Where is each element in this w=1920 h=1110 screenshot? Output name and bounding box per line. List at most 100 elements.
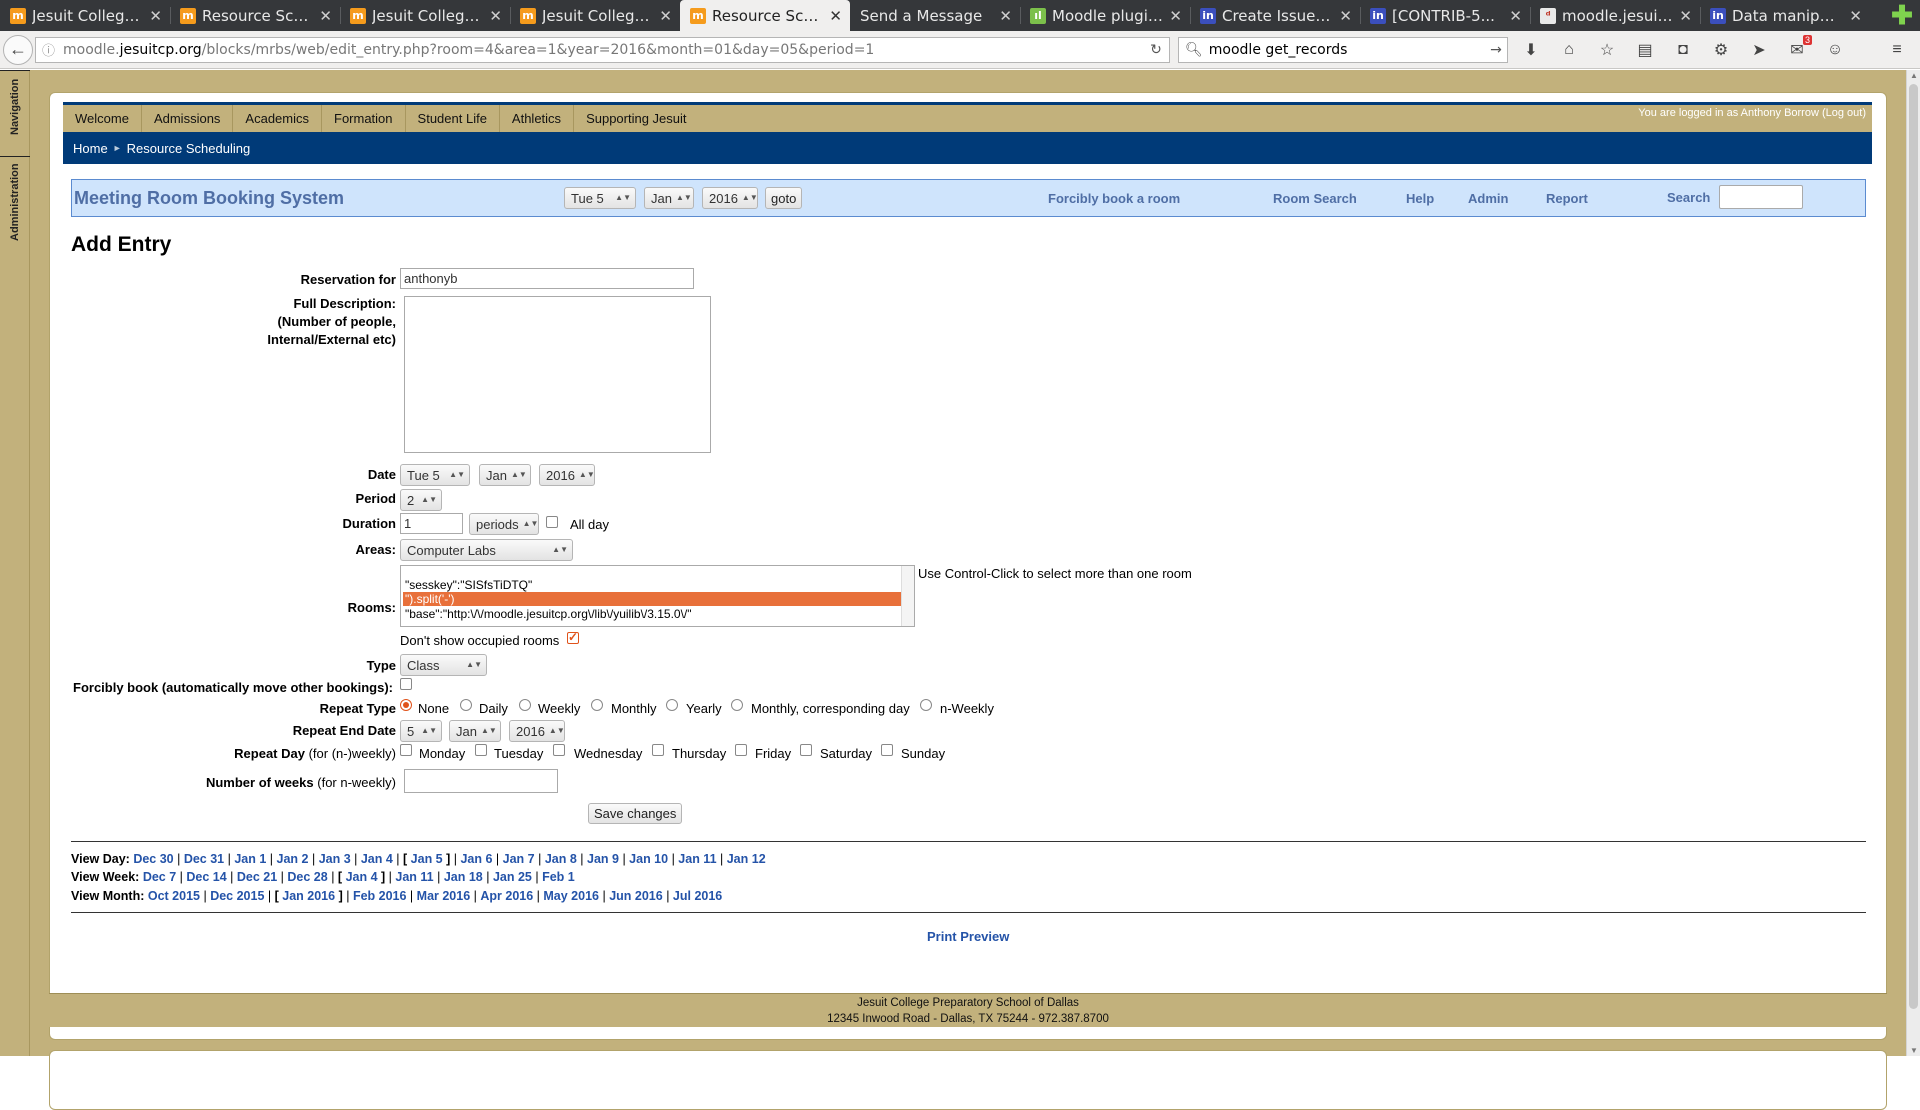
nav-student-life[interactable]: Student Life: [406, 105, 500, 132]
view-day-link[interactable]: Jan 10: [629, 852, 668, 866]
report-link[interactable]: Report: [1546, 191, 1588, 206]
new-tab-button[interactable]: ✚: [1884, 0, 1920, 31]
close-tab-icon[interactable]: ✕: [1679, 7, 1692, 25]
date-year-select[interactable]: 2016 ▲▼: [539, 464, 595, 486]
scrollbar-thumb[interactable]: [1909, 84, 1918, 1009]
login-info[interactable]: You are logged in as Anthony Borrow (Log…: [1638, 107, 1866, 119]
mrbs-title[interactable]: Meeting Room Booking System: [74, 188, 564, 209]
repeat-weekly-radio[interactable]: [519, 699, 531, 711]
view-month-link[interactable]: Jan 2016: [282, 889, 335, 903]
type-select[interactable]: Class ▲▼: [400, 654, 487, 676]
repeat-n-weekly-radio[interactable]: [920, 699, 932, 711]
view-month-link[interactable]: Oct 2015: [148, 889, 200, 903]
view-month-link[interactable]: Dec 2015: [210, 889, 264, 903]
print-preview-link[interactable]: Print Preview: [927, 929, 1009, 944]
forcibly-book-checkbox[interactable]: [400, 678, 412, 690]
repeat-tuesday-checkbox[interactable]: [475, 744, 487, 756]
nav-formation[interactable]: Formation: [322, 105, 406, 132]
scroll-up-icon[interactable]: ▲: [1907, 71, 1920, 80]
save-changes-button[interactable]: Save changes: [588, 803, 683, 824]
view-month-link[interactable]: Feb 2016: [353, 889, 407, 903]
repeat-monday-checkbox[interactable]: [400, 744, 412, 756]
areas-select[interactable]: Computer Labs ▲▼: [400, 539, 573, 561]
close-tab-icon[interactable]: ✕: [489, 7, 502, 25]
browser-tab[interactable]: m Jesuit College ... ✕: [340, 0, 510, 31]
reservation-input[interactable]: anthonyb: [400, 268, 694, 289]
room-search-link[interactable]: Room Search: [1273, 191, 1357, 206]
bookmark-star-icon[interactable]: ☆: [1592, 35, 1622, 65]
view-week-link[interactable]: Jan 11: [395, 870, 433, 884]
reload-icon[interactable]: ↻: [1143, 42, 1169, 58]
duration-unit-select[interactable]: periods ▲▼: [469, 513, 539, 535]
date-day-select[interactable]: Tue 5 ▲▼: [400, 464, 470, 486]
view-day-link[interactable]: Jan 12: [727, 852, 766, 866]
download-icon[interactable]: ⬇: [1516, 35, 1546, 65]
repeat-wednesday-checkbox[interactable]: [553, 744, 565, 756]
view-day-link[interactable]: Jan 7: [503, 852, 535, 866]
close-tab-icon[interactable]: ✕: [1509, 7, 1522, 25]
dock-administration[interactable]: Administration: [0, 156, 30, 248]
description-textarea[interactable]: [404, 296, 711, 453]
browser-tab[interactable]: ıl Moodle plugin... ✕: [1020, 0, 1190, 31]
repeat-none-radio[interactable]: [400, 699, 412, 711]
repeat-monthly-corresponding-radio[interactable]: [731, 699, 743, 711]
notifications-icon[interactable]: ✉ 3: [1782, 34, 1812, 65]
browser-tab[interactable]: in Data manipula... ✕: [1700, 0, 1870, 31]
search-go-icon[interactable]: →: [1485, 42, 1507, 58]
weeks-input[interactable]: [404, 769, 558, 793]
nav-supporting-jesuit[interactable]: Supporting Jesuit: [574, 105, 698, 132]
banner-year-select[interactable]: 2016 ▲▼: [702, 187, 758, 209]
view-week-link[interactable]: Dec 28: [287, 870, 327, 884]
page-scrollbar[interactable]: ▲ ▼: [1906, 70, 1920, 1056]
banner-day-select[interactable]: Tue 5 ▲▼: [564, 187, 636, 209]
view-week-link[interactable]: Jan 25: [493, 870, 532, 884]
dock-navigation[interactable]: Navigation: [0, 70, 30, 142]
menu-icon[interactable]: ≡: [1882, 35, 1912, 65]
site-info-icon[interactable]: ⓘ: [42, 40, 55, 59]
room-option[interactable]: "base":"http:\/\/moodle.jesuitcp.org\/li…: [403, 607, 901, 621]
close-tab-icon[interactable]: ✕: [319, 7, 332, 25]
close-tab-icon[interactable]: ✕: [1169, 7, 1182, 25]
close-tab-icon[interactable]: ✕: [829, 7, 842, 25]
goto-button[interactable]: goto: [765, 187, 803, 209]
repeat-friday-checkbox[interactable]: [735, 744, 747, 756]
scroll-down-icon[interactable]: ▼: [1907, 1046, 1920, 1055]
repeat-saturday-checkbox[interactable]: [800, 744, 812, 756]
date-month-select[interactable]: Jan ▲▼: [479, 464, 531, 486]
view-week-link[interactable]: Jan 18: [444, 870, 483, 884]
send-icon[interactable]: ➤: [1744, 35, 1774, 65]
repeat-monthly-radio[interactable]: [591, 699, 603, 711]
browser-search-bar[interactable]: 🔍︎ moodle get_records →: [1178, 36, 1508, 63]
view-week-link[interactable]: Feb 1: [542, 870, 575, 884]
repeat-end-day-select[interactable]: 5 ▲▼: [400, 720, 442, 742]
browser-tab[interactable]: ᵈ moodle.jesuitc... ✕: [1530, 0, 1700, 31]
view-month-link[interactable]: Jul 2016: [673, 889, 722, 903]
browser-tab[interactable]: Send a Message ✕: [850, 0, 1020, 31]
browser-tab[interactable]: m Jesuit College ... ✕: [510, 0, 680, 31]
close-tab-icon[interactable]: ✕: [149, 7, 162, 25]
view-day-link[interactable]: Jan 5: [411, 852, 443, 866]
nav-academics[interactable]: Academics: [233, 105, 322, 132]
view-week-link[interactable]: Dec 14: [186, 870, 226, 884]
view-week-link[interactable]: Jan 4: [346, 870, 378, 884]
nav-welcome[interactable]: Welcome: [63, 105, 142, 132]
home-icon[interactable]: ⌂: [1554, 35, 1584, 65]
duration-input[interactable]: 1: [400, 513, 463, 534]
browser-tab[interactable]: m Jesuit College ... ✕: [0, 0, 170, 31]
url-bar[interactable]: ⓘ moodle.jesuitcp.org/blocks/mrbs/web/ed…: [35, 36, 1170, 63]
view-day-link[interactable]: Dec 31: [184, 852, 224, 866]
repeat-end-year-select[interactable]: 2016 ▲▼: [509, 720, 565, 742]
repeat-sunday-checkbox[interactable]: [881, 744, 893, 756]
room-option-selected[interactable]: ").split('-'): [403, 592, 901, 606]
view-day-link[interactable]: Jan 8: [545, 852, 577, 866]
forcibly-book-link[interactable]: Forcibly book a room: [1048, 191, 1180, 206]
reading-list-icon[interactable]: ▤: [1630, 35, 1660, 65]
view-month-link[interactable]: Mar 2016: [417, 889, 471, 903]
view-day-link[interactable]: Dec 30: [133, 852, 173, 866]
repeat-yearly-radio[interactable]: [666, 699, 678, 711]
admin-link[interactable]: Admin: [1468, 191, 1508, 206]
browser-tab[interactable]: in [CONTRIB-5... ✕: [1360, 0, 1530, 31]
extension-icon[interactable]: ⚙: [1706, 35, 1736, 65]
close-tab-icon[interactable]: ✕: [1339, 7, 1352, 25]
repeat-daily-radio[interactable]: [460, 699, 472, 711]
